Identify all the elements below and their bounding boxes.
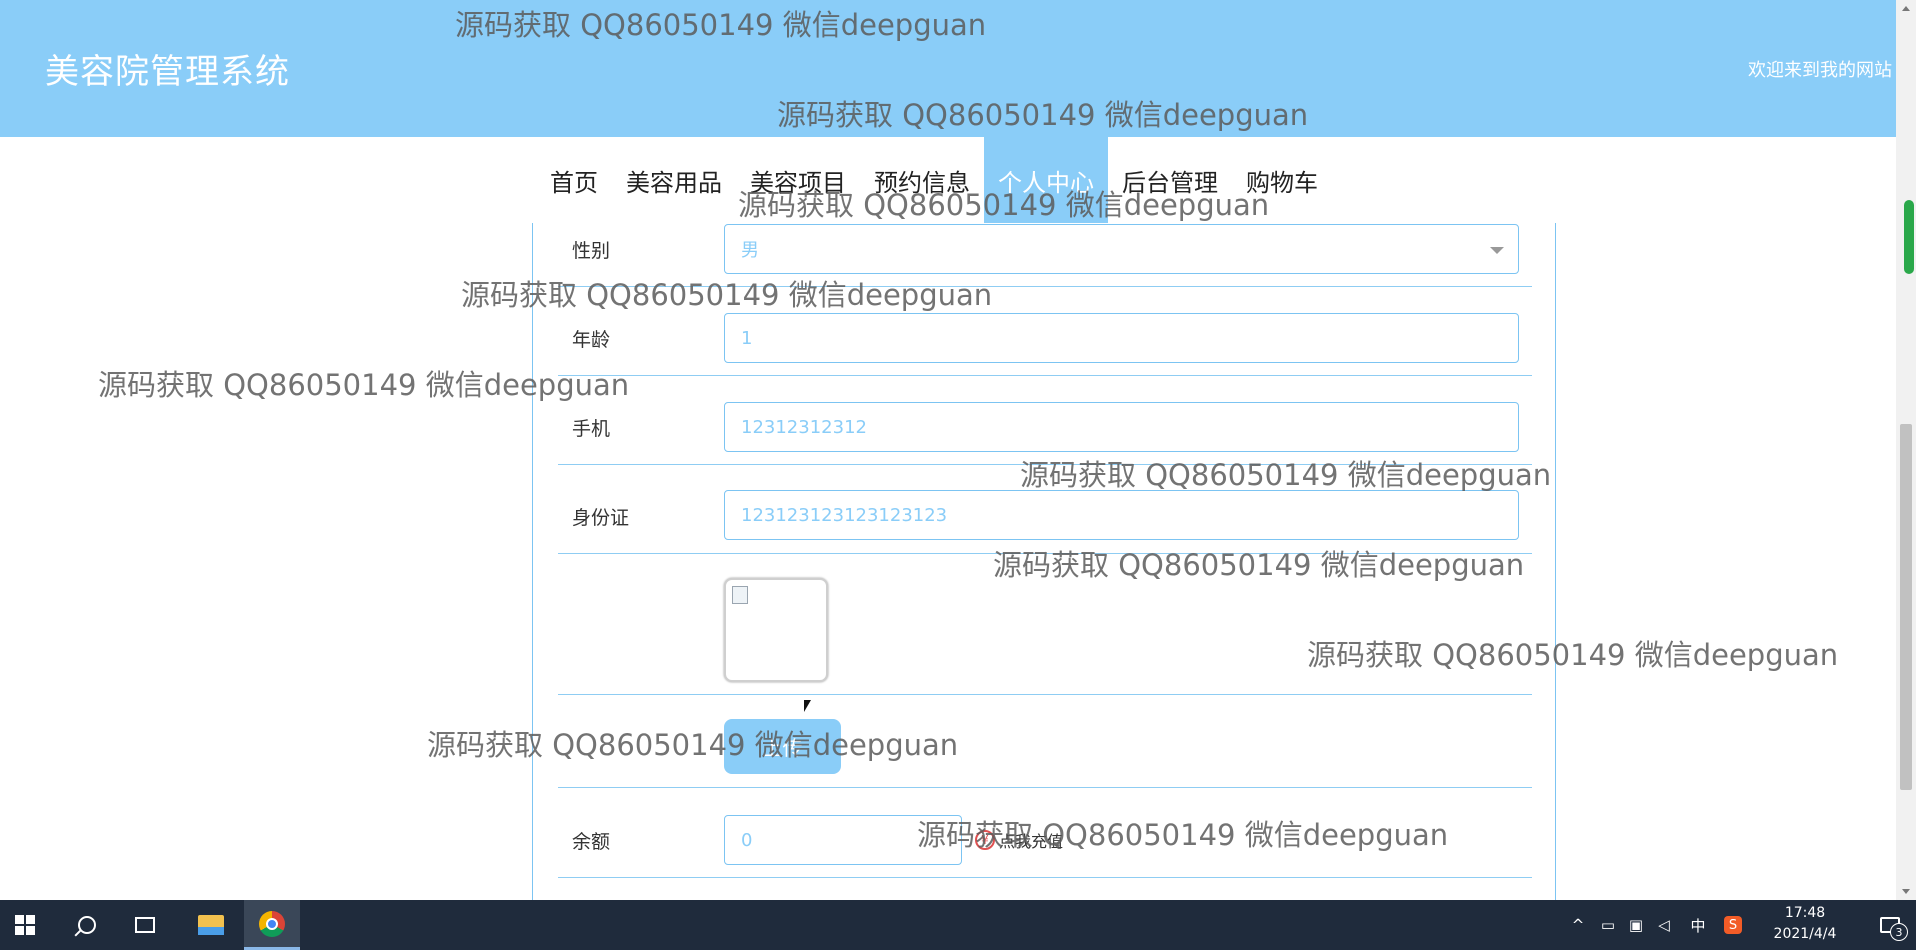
phone-input[interactable]: 12312312312 <box>724 402 1519 452</box>
welcome-text: 欢迎来到我的网站 <box>1748 60 1892 81</box>
scrollbar-thumb[interactable] <box>1900 424 1912 790</box>
browser-viewport: 美容院管理系统 欢迎来到我的网站 首页 美容用品 美容项目 预约信息 个人中心 … <box>0 0 1916 950</box>
yen-icon: ¥ <box>975 830 995 850</box>
task-view-icon <box>135 917 155 933</box>
ime-indicator[interactable]: 中 <box>1686 900 1710 950</box>
tray-expand-icon[interactable]: ^ <box>1568 900 1588 950</box>
age-input-value: 1 <box>741 327 753 349</box>
taskbar-clock[interactable]: 17:48 2021/4/4 <box>1760 903 1850 945</box>
network-icon[interactable]: ▣ <box>1624 900 1648 950</box>
balance-input-value: 0 <box>741 829 753 851</box>
nav-item-cart[interactable]: 购物车 <box>1232 137 1332 223</box>
chrome-icon <box>259 910 285 937</box>
gender-label: 性别 <box>572 240 611 262</box>
clock-date: 2021/4/4 <box>1773 926 1837 942</box>
balance-input[interactable]: 0 <box>724 815 962 865</box>
recharge-link[interactable]: ¥ 点我充值 <box>975 828 1063 852</box>
action-center-button[interactable]: 3 <box>1870 900 1910 950</box>
row-divider <box>558 877 1532 878</box>
broken-image-icon <box>732 586 748 604</box>
sogou-ime-button[interactable]: S <box>1720 900 1746 950</box>
gender-select[interactable]: 男 <box>724 224 1519 274</box>
battery-icon[interactable]: ▭ <box>1596 900 1620 950</box>
row-divider <box>558 694 1532 695</box>
row-divider <box>558 464 1532 465</box>
notification-count: 3 <box>1890 923 1908 941</box>
row-divider <box>558 375 1532 376</box>
page-scrollbar[interactable] <box>1896 0 1916 900</box>
scroll-down-arrow-icon[interactable] <box>1902 889 1910 894</box>
clock-time: 17:48 <box>1784 905 1826 921</box>
windows-logo-icon <box>15 915 35 935</box>
start-button[interactable] <box>0 900 50 950</box>
mouse-cursor-icon <box>804 700 811 712</box>
age-label: 年龄 <box>572 329 611 351</box>
nav-item-appointments[interactable]: 预约信息 <box>860 137 984 223</box>
balance-label: 余额 <box>572 831 611 853</box>
nav-item-admin[interactable]: 后台管理 <box>1108 137 1232 223</box>
site-header: 美容院管理系统 欢迎来到我的网站 <box>0 0 1896 137</box>
volume-icon[interactable]: ◁ <box>1652 900 1676 950</box>
recharge-link-label: 点我充值 <box>999 832 1064 851</box>
file-explorer-button[interactable] <box>184 900 238 950</box>
gender-select-value: 男 <box>741 240 759 261</box>
age-input[interactable]: 1 <box>724 313 1519 363</box>
row-divider <box>558 553 1532 554</box>
main-nav: 首页 美容用品 美容项目 预约信息 个人中心 后台管理 购物车 <box>536 137 1332 223</box>
folder-icon <box>198 915 224 935</box>
nav-item-beauty-services[interactable]: 美容项目 <box>736 137 860 223</box>
scroll-up-arrow-icon[interactable] <box>1902 6 1910 11</box>
avatar-preview[interactable] <box>724 578 828 682</box>
task-view-button[interactable] <box>120 900 170 950</box>
upload-button[interactable]: 上传 <box>724 719 841 774</box>
site-title[interactable]: 美容院管理系统 <box>45 44 290 93</box>
taskbar-search-button[interactable] <box>62 900 112 950</box>
chevron-down-icon <box>1490 247 1504 254</box>
idcard-input-value: 123123123123123123 <box>741 504 948 526</box>
idcard-label: 身份证 <box>572 507 630 529</box>
phone-label: 手机 <box>572 418 611 440</box>
notification-icon: 3 <box>1880 917 1908 941</box>
nav-item-beauty-products[interactable]: 美容用品 <box>612 137 736 223</box>
nav-item-personal-center[interactable]: 个人中心 <box>984 137 1108 223</box>
nav-item-home[interactable]: 首页 <box>536 137 612 223</box>
sogou-icon: S <box>1724 916 1742 934</box>
phone-input-value: 12312312312 <box>741 416 867 438</box>
idcard-input[interactable]: 123123123123123123 <box>724 490 1519 540</box>
search-icon <box>78 916 96 934</box>
chrome-taskbar-button[interactable] <box>244 900 300 950</box>
row-divider <box>558 286 1532 287</box>
row-divider <box>558 787 1532 788</box>
extension-badge-icon <box>1904 200 1914 274</box>
